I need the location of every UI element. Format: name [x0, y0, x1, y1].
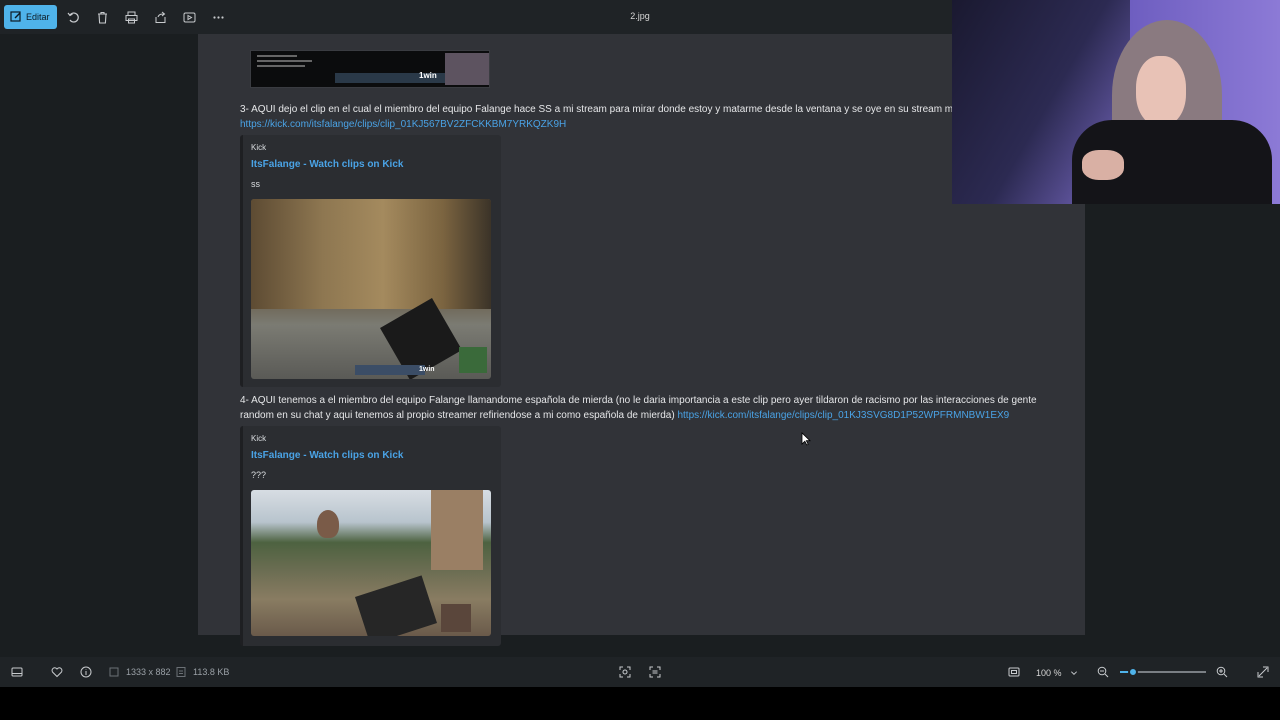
zoom-in-button[interactable]: [1216, 657, 1228, 687]
screen-letterbox: [0, 687, 1280, 720]
favorite-button[interactable]: [51, 657, 63, 687]
mouse-cursor-icon: [801, 432, 811, 446]
print-button[interactable]: [117, 5, 146, 29]
zoom-out-button[interactable]: [1097, 657, 1109, 687]
chevron-down-icon: [1070, 670, 1077, 675]
file-name: 2.jpg: [630, 11, 650, 21]
embed-thumbnail-1[interactable]: 1win: [251, 199, 491, 379]
edit-button[interactable]: Editar: [4, 5, 57, 29]
zoom-slider-handle[interactable]: [1127, 667, 1138, 677]
zoom-out-icon: [1097, 666, 1109, 678]
thumbnail-logo: 1win: [419, 71, 437, 80]
heart-icon: [51, 667, 63, 678]
edit-icon: [10, 11, 21, 22]
more-icon: [212, 15, 224, 19]
embed-title-link[interactable]: ItsFalange - Watch clips on Kick: [251, 450, 403, 461]
info-icon: [80, 666, 92, 678]
weapon-graphic: [354, 575, 438, 636]
clip-link-4[interactable]: https://kick.com/itsfalange/clips/clip_0…: [677, 410, 1009, 421]
filmstrip-button[interactable]: [11, 657, 23, 687]
slideshow-button[interactable]: [175, 5, 204, 29]
embed-thumbnail-2[interactable]: [251, 490, 491, 636]
delete-button[interactable]: [88, 5, 117, 29]
message-4-line-2: random en su chat y aqui tenemos al prop…: [240, 410, 1010, 421]
text-scan-icon: [649, 666, 661, 678]
share-icon: [155, 11, 166, 23]
slideshow-icon: [183, 12, 196, 22]
zoom-slider[interactable]: [1120, 667, 1206, 677]
visual-search-icon: [619, 666, 631, 678]
zoom-value: 100 %: [1036, 667, 1062, 678]
webcam-overlay: [952, 0, 1280, 204]
fit-window-icon: [1008, 667, 1020, 677]
zoom-dropdown[interactable]: 100 %: [1030, 664, 1086, 681]
image-dimensions: 1333 x 882: [108, 657, 171, 687]
embed-title-link[interactable]: ItsFalange - Watch clips on Kick: [251, 159, 403, 170]
expand-icon: [1257, 666, 1269, 678]
previous-embed-thumbnail: 1win: [250, 50, 490, 88]
rotate-button[interactable]: [59, 5, 88, 29]
embed-description: ss: [251, 179, 260, 189]
visual-search-button[interactable]: [619, 657, 631, 687]
rotate-icon: [67, 11, 79, 23]
thumbnail-logo: 1win: [419, 366, 435, 373]
edit-button-label: Editar: [26, 12, 50, 22]
fullscreen-button[interactable]: [1257, 657, 1269, 687]
share-button[interactable]: [146, 5, 175, 29]
more-options-button[interactable]: [204, 5, 233, 29]
message-4-line-1: 4- AQUI tenemos a el miembro del equipo …: [240, 395, 1037, 406]
file-size-icon: [176, 667, 186, 677]
text-scan-button[interactable]: [649, 657, 661, 687]
kick-embed-2: Kick ItsFalange - Watch clips on Kick ??…: [240, 426, 501, 646]
file-size: 113.8 KB: [175, 657, 229, 687]
dimensions-icon: [109, 667, 119, 677]
printer-icon: [125, 11, 138, 23]
clip-link-3[interactable]: https://kick.com/itsfalange/clips/clip_0…: [240, 117, 566, 132]
trash-icon: [97, 11, 107, 24]
embed-provider: Kick: [251, 434, 267, 443]
kick-embed-1: Kick ItsFalange - Watch clips on Kick ss…: [240, 135, 501, 387]
zoom-in-icon: [1216, 666, 1228, 678]
embed-description: ???: [251, 470, 267, 480]
bottom-status-bar: 1333 x 882 113.8 KB 100 %: [0, 657, 1280, 687]
embed-provider: Kick: [251, 143, 267, 152]
message-3: 3- AQUI dejo el clip en el cual el miemb…: [240, 104, 954, 115]
file-info-button[interactable]: [80, 657, 92, 687]
fit-to-window-button[interactable]: [1008, 657, 1020, 687]
filmstrip-icon: [11, 667, 23, 677]
